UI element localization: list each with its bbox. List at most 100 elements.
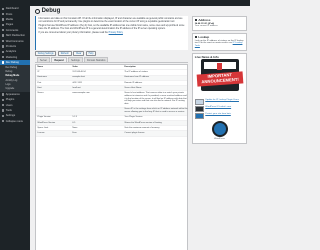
sidebar-item-label: Marketing <box>5 55 18 59</box>
table-cell: localhost <box>72 86 81 89</box>
alert-sign <box>202 61 237 71</box>
sidebar-item-label: SEO Redirection <box>5 34 26 38</box>
sidebar-item-label: Comments <box>5 28 19 32</box>
plug-icon <box>2 98 5 101</box>
table-cell: 443 / 9311 <box>72 81 83 84</box>
bug-icon <box>2 61 5 64</box>
submenu: Dev Debug Debug Debug Mode Activity Log Logs… <box>0 65 30 92</box>
page-title-text: Debug <box>41 8 61 14</box>
main-content: Debug Information and data on this Const… <box>30 6 250 250</box>
info-notice: Information and data on this Constant AP… <box>35 16 188 50</box>
lookup-box: Lookup Look up the IP address of visitor… <box>192 32 247 51</box>
collapse-icon <box>2 120 5 123</box>
toolbar: Debug Settings Refresh Clear Help <box>35 51 188 56</box>
privacy-policy-link[interactable]: Privacy Policy <box>109 32 123 34</box>
search-icon <box>194 35 198 39</box>
notice-paragraph: Information and data on this Constant AP… <box>38 18 183 23</box>
table-cell: Your Plugin Version <box>124 116 143 119</box>
notice-paragraph: If you are concerned about your privacy … <box>39 32 186 35</box>
column-header-description: Description <box>124 65 136 68</box>
lookup-box-title: Lookup <box>194 35 244 39</box>
sidebar-item-label: Users <box>5 103 13 107</box>
sidebar-item-label: Appearance <box>5 92 20 96</box>
table-cell: License <box>37 132 45 135</box>
sidebar-item-label: Plugins <box>5 98 15 102</box>
wordpress-logo <box>211 120 228 137</box>
news-link[interactable]: WordPress 6.5 what's new <box>205 106 231 109</box>
sidebar-item-label: Collapse menu <box>5 119 24 123</box>
sidebar-item-label: Media <box>5 17 13 21</box>
table-cell: Port <box>37 81 42 84</box>
column-header-name: Name <box>37 65 44 68</box>
table-cell: Server <box>37 92 44 95</box>
page-title: Debug <box>35 8 60 14</box>
sidebar-item-collapse-menu[interactable]: Collapse menu <box>0 119 30 124</box>
table-cell: Shows the WordPress version of hosting <box>124 121 162 124</box>
table-cell: example-host <box>72 76 85 79</box>
settings-icon <box>2 114 5 118</box>
sidebar-item-label: Products <box>5 44 17 48</box>
redirect-icon <box>2 34 5 37</box>
news-box: Live News & Info IMPORTANT ANNOUNCEMENT!… <box>192 52 247 144</box>
sidebar-item-label: Tools <box>5 108 12 112</box>
table-cell: Server IP is the settings from which an … <box>124 108 188 114</box>
comment-icon <box>2 29 5 32</box>
news-item[interactable]: WordPress 6.5 what's new <box>194 106 244 113</box>
sidebar-item-label: Dashboard <box>5 7 19 11</box>
news-link[interactable]: Update for IP Lookup Plugin Users <box>205 99 239 102</box>
news-item[interactable]: Protect your site from bots <box>194 113 244 120</box>
user-icon <box>2 103 5 107</box>
tab-bar: Server Request Settings Domain Statistics <box>35 57 188 63</box>
news-box-title-text: Live News & Info <box>194 54 219 59</box>
notice-paragraph: Plugins that use WordPress IP address: (… <box>38 25 185 31</box>
sidebar-item-label: Pages <box>5 23 14 27</box>
table-cell: Server Host Name <box>124 86 142 89</box>
tab-request[interactable]: Request <box>51 57 67 62</box>
megaphone-icon <box>2 56 5 59</box>
pin-icon <box>2 12 5 16</box>
table-cell: Free <box>72 132 77 135</box>
right-column: Address 34.68.113.21 (IPv4) Your current… <box>192 16 247 146</box>
table-row: License Free Current plugin license <box>36 131 187 137</box>
brush-icon <box>2 93 5 96</box>
announcement-image[interactable]: IMPORTANT ANNOUNCEMENT! <box>196 59 243 97</box>
table-cell: Server's host address. That sources data… <box>124 92 187 106</box>
toolbar-button[interactable]: Help <box>85 51 97 56</box>
table-row: Server IP is the settings from which an … <box>36 107 188 116</box>
dashboard-icon <box>2 7 5 10</box>
table-cell: 192.168.46.94 <box>72 71 86 74</box>
ip-sub: Your current IP address <box>194 25 218 28</box>
table-cell: WordPress Version <box>37 121 56 124</box>
toolbar-button[interactable]: Refresh <box>57 51 72 56</box>
table-cell: IP <box>37 71 40 74</box>
page-icon <box>2 23 5 27</box>
sidebar-item-label: Settings <box>5 114 16 118</box>
globe-icon <box>194 18 198 22</box>
submenu-item[interactable]: Upgrade <box>0 87 30 91</box>
news-item[interactable]: Update for IP Lookup Plugin Users <box>194 98 244 105</box>
news-link[interactable]: Protect your site from bots <box>205 113 231 116</box>
table-cell: 6.5 <box>72 121 76 124</box>
table-cell: Remote IP address <box>124 81 143 84</box>
ip-box-title: Address <box>194 18 244 22</box>
news-footer: WordPress <box>214 138 225 141</box>
toolbar-button[interactable]: Clear <box>73 51 85 56</box>
table-cell: www.example.com <box>72 92 90 95</box>
tab-domain-statistics[interactable]: Domain Statistics <box>84 57 109 62</box>
debug-icon <box>35 8 40 14</box>
sidebar-item-label: Dev Debug <box>5 61 19 65</box>
table-cell: None <box>72 126 78 129</box>
news-thumbnail <box>194 113 204 120</box>
sidebar-item-label: WooCommerce <box>5 39 24 43</box>
column-header-value: Value <box>72 65 78 68</box>
debug-table: Name Value Description IP 192.168.46.94 Th… <box>35 64 188 250</box>
tab-server[interactable]: Server <box>37 57 51 62</box>
table-cell: Sets the maximum amount of memory <box>124 126 160 129</box>
toolbar-button[interactable]: Debug Settings <box>35 51 57 56</box>
chart-icon <box>2 50 5 54</box>
table-row: Server www.example.com Server's host addre… <box>36 91 187 108</box>
tab-settings[interactable]: Settings <box>68 57 83 62</box>
table-cell <box>71 108 123 115</box>
notice-text: If you are concerned about your privacy … <box>38 32 108 35</box>
table-cell: Plugin Version <box>37 116 51 119</box>
